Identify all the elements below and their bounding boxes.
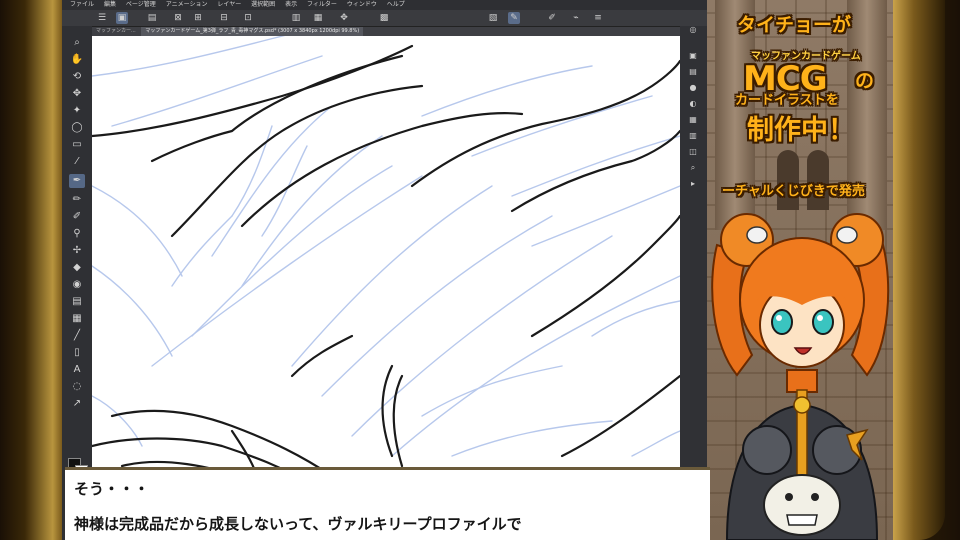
layers-icon[interactable]: ▧ xyxy=(487,12,499,24)
tab-document-active[interactable]: マッファンカードゲーム_第3弾_ラフ_青_毒神マグス.psd* (3007 x … xyxy=(141,27,364,36)
title-no: の xyxy=(855,70,875,92)
navigator-icon[interactable]: ◎ xyxy=(686,24,700,36)
history-icon[interactable]: ▥ xyxy=(686,130,700,142)
ruler-icon[interactable]: ▦ xyxy=(69,312,85,326)
menu-item-window[interactable]: ウィンドウ xyxy=(347,1,377,8)
zoom-icon[interactable]: ⌕ xyxy=(69,36,85,50)
tool-palette: ⌕ ✋ ⟲ ✥ ✦ ◯ ▭ ⁄ ✒ ✏ ✐ ⚲ ✢ ◆ ◉ ▤ ▦ ╱ ▯ A … xyxy=(62,26,92,540)
brush-size-icon[interactable]: ● xyxy=(686,82,700,94)
move-icon[interactable]: ✥ xyxy=(338,12,350,24)
tab-document-1[interactable]: マッファンカー... xyxy=(92,27,140,36)
eraser-icon[interactable]: ◆ xyxy=(69,261,85,275)
properties-icon[interactable]: ▤ xyxy=(686,66,700,78)
redo-icon[interactable]: ⊟ xyxy=(218,12,230,24)
promo-text: ーチャルくじびきで発売 xyxy=(722,184,865,199)
menu-icon[interactable]: ☰ xyxy=(96,12,108,24)
menu-item-view[interactable]: 表示 xyxy=(285,1,297,8)
transform-icon[interactable]: ▦ xyxy=(312,12,324,24)
fill-icon[interactable]: ◉ xyxy=(69,278,85,292)
grid-icon[interactable]: ▩ xyxy=(378,12,390,24)
pixel-character-avatar xyxy=(711,213,890,540)
subtitle-line-1: そう・・・ xyxy=(74,480,150,498)
menu-item-animation[interactable]: アニメーション xyxy=(166,1,208,8)
title-line-3: カードイラストを xyxy=(735,93,839,108)
text-icon[interactable]: A xyxy=(69,363,85,377)
new-icon[interactable]: ▣ xyxy=(116,12,128,24)
frame-icon[interactable]: ▯ xyxy=(69,346,85,360)
subview-icon[interactable]: ▣ xyxy=(686,50,700,62)
pen-icon[interactable]: ✒ xyxy=(69,174,85,188)
menu-item-filter[interactable]: フィルター xyxy=(307,1,337,8)
menu-item-edit[interactable]: 編集 xyxy=(104,1,116,8)
gradient-icon[interactable]: ▤ xyxy=(69,295,85,309)
title-line-1: タイチョーが xyxy=(737,14,852,36)
menu-item-help[interactable]: ヘルプ xyxy=(387,1,405,8)
move-icon[interactable]: ✥ xyxy=(69,87,85,101)
brush-icon[interactable]: ✎ xyxy=(508,12,520,24)
hand-icon[interactable]: ✋ xyxy=(69,53,85,67)
command-bar: ☰ ▣ ▤ ⊠ ⊞ ⊟ ⊡ ▥ ▦ ✥ ▩ ▧ ✎ ✐ ⌁ ≡ xyxy=(62,10,707,27)
layer-icon[interactable]: ▦ xyxy=(686,114,700,126)
rotate-icon[interactable]: ⟲ xyxy=(69,70,85,84)
title-line-4: 制作中！ xyxy=(747,115,855,146)
open-icon[interactable]: ▤ xyxy=(146,12,158,24)
menu-item-selection[interactable]: 選択範囲 xyxy=(251,1,275,8)
menu-item-file[interactable]: ファイル xyxy=(70,1,94,8)
panel-icons: ◎ ▣ ▤ ● ◐ ▦ ▥ ◫ ⌕ ▸ xyxy=(680,24,707,540)
promo-panel: タイチョーが マッファンカードゲーム MCG の カードイラストを 制作中！ ー… xyxy=(707,0,893,540)
app-window: ファイル 編集 ページ管理 アニメーション レイヤー 選択範囲 表示 フィルター… xyxy=(62,0,707,540)
blend-icon[interactable]: ✢ xyxy=(69,244,85,258)
select-icon[interactable]: ✦ xyxy=(69,104,85,118)
link-icon[interactable]: ⌁ xyxy=(570,12,582,24)
fill-icon[interactable]: ▥ xyxy=(290,12,302,24)
eyedropper-icon[interactable]: ⁄ xyxy=(69,155,85,169)
lasso-icon[interactable]: ◯ xyxy=(69,121,85,135)
frame-right-bezel xyxy=(893,0,945,540)
document-tabs: マッファンカー... マッファンカードゲーム_第3弾_ラフ_青_毒神マグス.ps… xyxy=(92,27,680,36)
frame-left xyxy=(0,0,62,540)
timeline-icon[interactable]: ≡ xyxy=(592,12,604,24)
auto-action-icon[interactable]: ▸ xyxy=(686,178,700,190)
airbrush-icon[interactable]: ⚲ xyxy=(69,227,85,241)
subtitle-box: そう・・・ 神様は完成品だから成長しないって、ヴァルキリープロファイルで xyxy=(65,467,710,540)
menu-item-layer[interactable]: レイヤー xyxy=(217,1,241,8)
sketch-artwork xyxy=(92,36,680,488)
search-icon[interactable]: ⌕ xyxy=(686,162,700,174)
figure-icon[interactable]: ╱ xyxy=(69,329,85,343)
brush-icon[interactable]: ✐ xyxy=(69,210,85,224)
color-icon[interactable]: ◐ xyxy=(686,98,700,110)
menu-bar: ファイル 編集 ページ管理 アニメーション レイヤー 選択範囲 表示 フィルター… xyxy=(62,0,707,10)
drawing-canvas[interactable] xyxy=(92,36,680,540)
undo-icon[interactable]: ⊞ xyxy=(192,12,204,24)
pencil-icon[interactable]: ✏ xyxy=(69,193,85,207)
material-icon[interactable]: ◫ xyxy=(686,146,700,158)
settings-icon[interactable]: ⊡ xyxy=(242,12,254,24)
menu-item-page[interactable]: ページ管理 xyxy=(126,1,156,8)
correct-icon[interactable]: ↗ xyxy=(69,397,85,411)
frame-right xyxy=(893,0,960,540)
save-icon[interactable]: ⊠ xyxy=(172,12,184,24)
balloon-icon[interactable]: ◌ xyxy=(69,380,85,394)
rect-select-icon[interactable]: ▭ xyxy=(69,138,85,152)
subtitle-line-2: 神様は完成品だから成長しないって、ヴァルキリープロファイルで xyxy=(74,515,522,533)
edit-icon[interactable]: ✐ xyxy=(546,12,558,24)
